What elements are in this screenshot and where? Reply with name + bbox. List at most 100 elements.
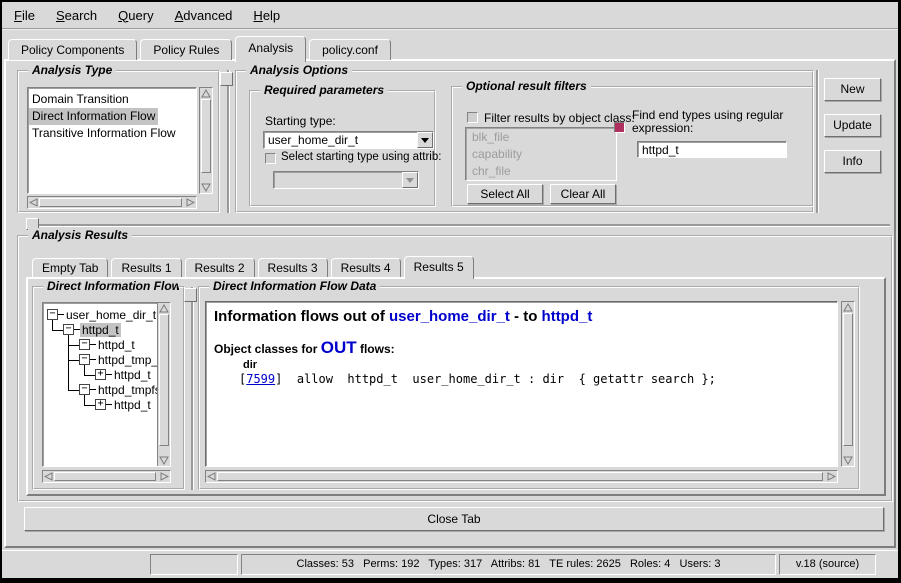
regex-input[interactable]: httpd_t: [637, 141, 787, 158]
tree-node-label[interactable]: httpd_tmp_t: [96, 353, 157, 367]
flow-tree-vscrollbar[interactable]: [157, 303, 170, 466]
main-tab-bar: Policy Components Policy Rules Analysis …: [8, 34, 394, 60]
tree-node-label[interactable]: httpd_tmpfs_t: [96, 383, 157, 397]
scroll-down-icon[interactable]: [843, 456, 853, 465]
flow-data-hscrollbar[interactable]: [205, 470, 838, 483]
scroll-left-icon[interactable]: [29, 198, 38, 207]
menu-query[interactable]: Query: [118, 8, 153, 23]
new-button[interactable]: New: [824, 78, 881, 101]
hscroll-slider[interactable]: [39, 198, 182, 207]
analysis-type-hscrollbar[interactable]: [27, 196, 197, 209]
tree-node-label[interactable]: httpd_t: [112, 398, 153, 412]
flow-data-textarea[interactable]: Information flows out of user_home_dir_t…: [205, 301, 838, 467]
panel-sash-handle[interactable]: [220, 72, 233, 86]
object-classes-heading: Object classes for OUT flows:: [214, 338, 395, 358]
attrib-checkbox[interactable]: [265, 153, 276, 164]
tree-expand-icon[interactable]: −: [79, 354, 90, 365]
analysis-type-title: Analysis Type: [28, 63, 116, 77]
tree-node-label[interactable]: user_home_dir_t: [64, 308, 157, 322]
tab-results-2[interactable]: Results 2: [185, 258, 255, 277]
attrib-checkbox-label: Select starting type using attrib:: [281, 151, 441, 163]
scroll-right-icon[interactable]: [827, 472, 836, 481]
scroll-up-icon[interactable]: [201, 89, 211, 98]
clear-all-button[interactable]: Clear All: [550, 184, 616, 204]
tab-results-1[interactable]: Results 1: [111, 258, 181, 277]
rule-number-link[interactable]: 7599: [246, 372, 275, 386]
tree-data-sash[interactable]: [191, 287, 193, 490]
regex-checkbox[interactable]: [614, 122, 625, 133]
scroll-right-icon[interactable]: [160, 472, 169, 481]
scroll-up-icon[interactable]: [159, 304, 169, 313]
results-sash-horizontal[interactable]: [36, 224, 890, 226]
tab-policy-rules[interactable]: Policy Rules: [140, 39, 232, 60]
tree-row[interactable]: + httpd_t: [95, 368, 153, 381]
tree-expand-icon[interactable]: +: [95, 399, 106, 410]
tree-data-sash-handle[interactable]: [184, 288, 197, 302]
panel-sash-vertical[interactable]: [227, 70, 229, 213]
tree-row[interactable]: + httpd_t: [95, 398, 153, 411]
tree-row[interactable]: −httpd_tmpfs_t: [79, 383, 157, 396]
end-type-text: httpd_t: [542, 308, 593, 325]
vscroll-slider[interactable]: [201, 99, 211, 173]
menu-file[interactable]: File: [14, 8, 35, 23]
chevron-down-icon: [421, 138, 429, 143]
scroll-left-icon[interactable]: [207, 472, 216, 481]
tab-policy-components[interactable]: Policy Components: [8, 39, 137, 60]
options-buttons-separator: [816, 70, 818, 213]
combobox-dropdown-button-disabled: [402, 172, 418, 188]
object-class-item: blk_file: [469, 129, 512, 146]
tab-results-4[interactable]: Results 4: [331, 258, 401, 277]
analysis-type-listbox[interactable]: Domain Transition Direct Information Flo…: [27, 87, 197, 194]
analysis-type-item-transitive-information-flow[interactable]: Transitive Information Flow: [29, 125, 179, 142]
menu-advanced[interactable]: Advanced: [175, 8, 233, 23]
flow-tree-hscrollbar[interactable]: [42, 470, 171, 483]
info-button[interactable]: Info: [824, 150, 881, 173]
vscroll-slider[interactable]: [159, 314, 169, 446]
analysis-type-item-domain-transition[interactable]: Domain Transition: [29, 91, 132, 108]
tree-node-label[interactable]: httpd_t: [96, 338, 137, 352]
tree-node-label[interactable]: httpd_t: [112, 368, 153, 382]
tree-line: [68, 390, 79, 391]
close-tab-button[interactable]: Close Tab: [24, 507, 884, 531]
tree-row[interactable]: −httpd_t: [79, 338, 137, 351]
select-all-button[interactable]: Select All: [467, 184, 543, 204]
tab-results-3[interactable]: Results 3: [258, 258, 328, 277]
tree-expand-icon[interactable]: −: [79, 384, 90, 395]
tab-policy-conf[interactable]: policy.conf: [309, 39, 391, 60]
tree-row[interactable]: −httpd_t: [63, 323, 121, 336]
scroll-right-icon[interactable]: [186, 198, 195, 207]
tab-analysis[interactable]: Analysis: [235, 36, 306, 62]
tree-expand-icon[interactable]: −: [63, 324, 74, 335]
tree-row[interactable]: −user_home_dir_t: [47, 308, 157, 321]
tab-results-5[interactable]: Results 5: [404, 256, 474, 279]
tree-expand-icon[interactable]: −: [47, 309, 58, 320]
flow-tree[interactable]: −user_home_dir_t −httpd_t −httpd_t −http…: [42, 302, 171, 467]
analysis-type-item-direct-information-flow[interactable]: Direct Information Flow: [29, 108, 158, 125]
tree-line: [52, 330, 63, 331]
menu-help[interactable]: Help: [253, 8, 280, 23]
tree-node-label-selected[interactable]: httpd_t: [80, 323, 121, 337]
vscroll-slider[interactable]: [843, 313, 853, 446]
tree-expand-icon[interactable]: −: [79, 339, 90, 350]
tree-line: [84, 405, 95, 406]
scroll-down-icon[interactable]: [201, 183, 211, 192]
combobox-dropdown-button[interactable]: [417, 132, 433, 148]
scroll-up-icon[interactable]: [843, 303, 853, 312]
update-button[interactable]: Update: [824, 114, 881, 137]
tree-expand-icon[interactable]: +: [95, 369, 106, 380]
starting-type-combobox[interactable]: user_home_dir_t: [263, 131, 434, 149]
hscroll-slider[interactable]: [54, 472, 156, 481]
filter-by-object-class-checkbox[interactable]: [467, 112, 478, 123]
flow-data-vscrollbar[interactable]: [841, 301, 855, 467]
optional-result-filters-group: Optional result filters Filter results b…: [451, 86, 814, 207]
results-tab-content: Direct Information Flow Tree: [26, 277, 886, 496]
flow-tree-canvas: −user_home_dir_t −httpd_t −httpd_t −http…: [43, 303, 157, 466]
hscroll-slider[interactable]: [217, 472, 823, 481]
scroll-down-icon[interactable]: [159, 456, 169, 465]
tree-line: [68, 345, 79, 346]
analysis-type-vscrollbar[interactable]: [199, 87, 213, 194]
tree-row[interactable]: −httpd_tmp_t: [79, 353, 157, 366]
tab-empty-tab[interactable]: Empty Tab: [32, 258, 108, 277]
menu-search[interactable]: Search: [56, 8, 97, 23]
scroll-left-icon[interactable]: [44, 472, 53, 481]
